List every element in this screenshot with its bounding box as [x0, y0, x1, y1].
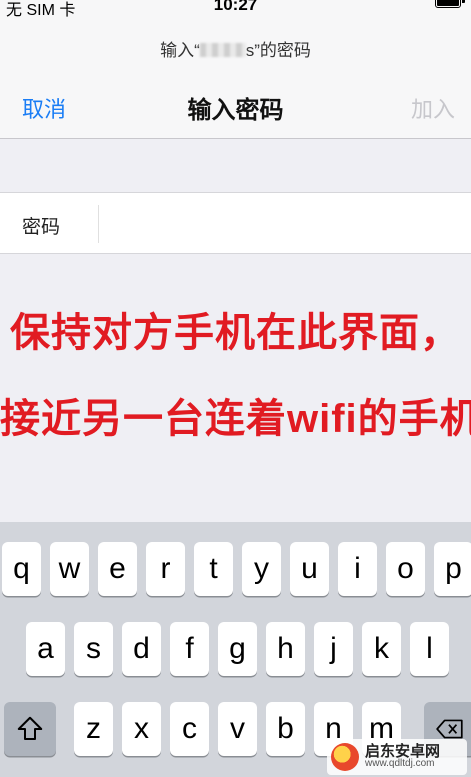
key-b[interactable]: b [266, 702, 305, 756]
key-p[interactable]: p [434, 542, 471, 596]
key-k[interactable]: k [362, 622, 401, 676]
status-bar: 无 SIM 卡 10:27 [0, 0, 471, 20]
key-d[interactable]: d [122, 622, 161, 676]
password-row: 密码 [0, 192, 471, 254]
key-e[interactable]: e [98, 542, 137, 596]
key-o[interactable]: o [386, 542, 425, 596]
key-f[interactable]: f [170, 622, 209, 676]
prompt-suffix: s”的密码 [245, 41, 311, 60]
watermark-logo-icon [331, 743, 359, 771]
password-prompt: 输入“ s”的密码 [0, 36, 471, 61]
watermark-url: www.qdltdj.com [365, 758, 435, 769]
key-v[interactable]: v [218, 702, 257, 756]
key-a[interactable]: a [26, 622, 65, 676]
navigation-bar: 输入“ s”的密码 取消 输入密码 加入 [0, 20, 471, 139]
blurred-network-name [199, 43, 246, 57]
key-x[interactable]: x [122, 702, 161, 756]
watermark: 启东安卓网 www.qdltdj.com [327, 739, 467, 775]
key-z[interactable]: z [74, 702, 113, 756]
key-w[interactable]: w [50, 542, 89, 596]
join-button[interactable]: 加入 [411, 92, 455, 124]
key-i[interactable]: i [338, 542, 377, 596]
prompt-prefix: 输入“ [160, 41, 200, 60]
password-input[interactable] [98, 205, 449, 243]
battery-full-icon [435, 0, 465, 8]
key-s[interactable]: s [74, 622, 113, 676]
status-time: 10:27 [213, 0, 258, 14]
key-t[interactable]: t [194, 542, 233, 596]
key-u[interactable]: u [290, 542, 329, 596]
key-q[interactable]: q [2, 542, 41, 596]
key-h[interactable]: h [266, 622, 305, 676]
shift-key[interactable] [4, 702, 56, 756]
annotation-line-2: 接近另一台连着wifi的手机 [0, 397, 471, 441]
key-j[interactable]: j [314, 622, 353, 676]
page-title: 输入密码 [187, 97, 284, 124]
key-c[interactable]: c [170, 702, 209, 756]
key-g[interactable]: g [218, 622, 257, 676]
key-l[interactable]: l [410, 622, 449, 676]
key-r[interactable]: r [146, 542, 185, 596]
key-y[interactable]: y [242, 542, 281, 596]
shift-icon [17, 716, 43, 740]
annotation-line-1: 保持对方手机在此界面， [10, 311, 461, 355]
password-label: 密码 [22, 217, 61, 238]
